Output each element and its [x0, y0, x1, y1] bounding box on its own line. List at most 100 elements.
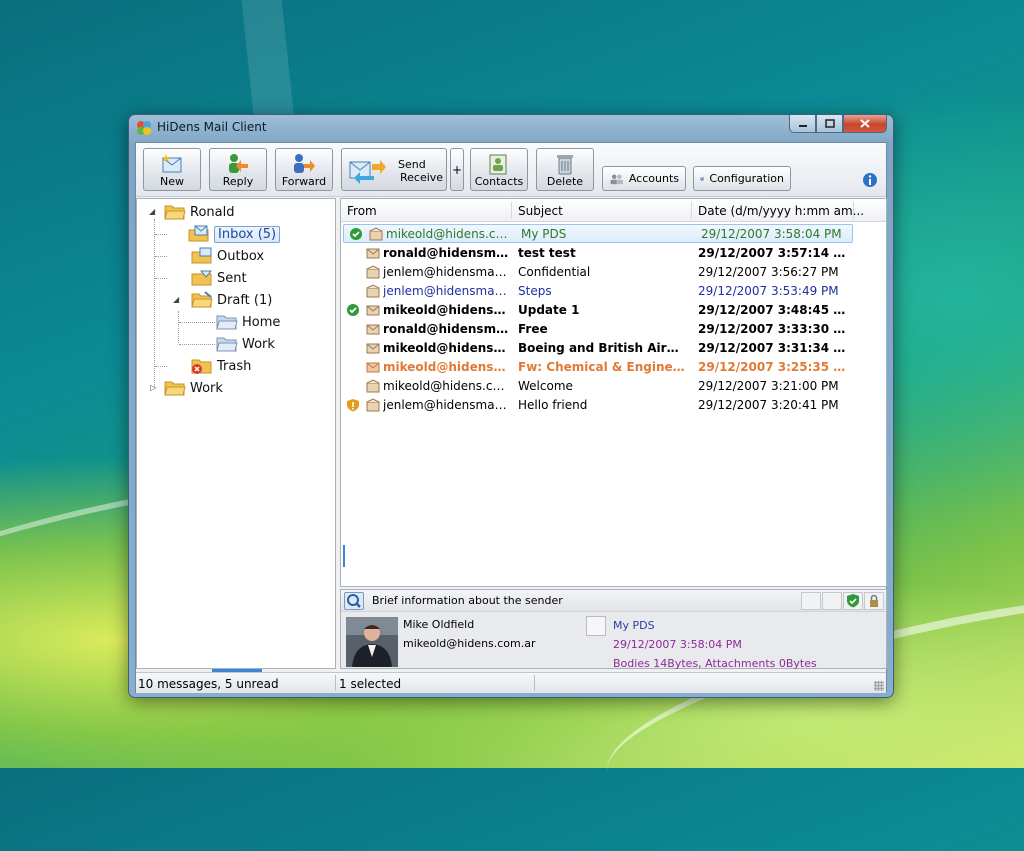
forward-button-label: Forward: [281, 175, 327, 188]
send-receive-options-button[interactable]: +: [450, 148, 464, 191]
folder-trash-label: Trash: [217, 358, 252, 374]
message-date: 29/12/2007 3:56:27 PM: [698, 265, 839, 279]
title-bar[interactable]: HiDens Mail Client: [129, 115, 893, 141]
message-subject: Welcome: [518, 379, 573, 393]
open-folder-icon: [164, 381, 186, 396]
minimize-icon: [798, 124, 807, 127]
maximize-button[interactable]: [816, 115, 843, 133]
folder-trash[interactable]: Trash: [191, 356, 251, 376]
resize-grip[interactable]: [874, 681, 884, 691]
folder-work-label: Work: [190, 380, 223, 396]
new-button[interactable]: New: [143, 148, 201, 191]
folder-work[interactable]: Work: [164, 378, 223, 398]
folder-draft-label: Draft (1): [217, 292, 273, 308]
message-row[interactable]: ronald@hidensmail.c... Free 29/12/2007 3…: [341, 320, 851, 339]
message-subject: Free: [518, 322, 548, 336]
message-subject: test test: [518, 246, 576, 260]
reply-icon: [229, 154, 248, 173]
message-from: mikeold@hidens.co...: [383, 360, 509, 374]
folder-ronald-label: Ronald: [190, 204, 235, 220]
open-envelope-icon: [366, 398, 380, 412]
folder-outbox[interactable]: Outbox: [191, 246, 264, 266]
message-subject: My PDS: [521, 227, 567, 241]
message-row[interactable]: ronald@hidensmail.c... test test 29/12/2…: [341, 244, 851, 263]
window-title: HiDens Mail Client: [157, 120, 267, 134]
message-row[interactable]: mikeold@hidens.com... Welcome 29/12/2007…: [341, 377, 851, 396]
send-label: Send: [398, 158, 426, 171]
collapse-draft-icon[interactable]: ◢: [173, 295, 179, 304]
folder-icon: [216, 315, 238, 330]
status-bar: 10 messages, 5 unread 1 selected: [136, 672, 886, 693]
trash-folder-icon: [191, 359, 212, 374]
verified-shield-icon: [350, 228, 362, 240]
attachment-box[interactable]: [586, 616, 606, 636]
sender-name: Mike Oldfield: [403, 618, 475, 631]
message-from: jenlem@hidensmail.c...: [383, 284, 509, 298]
delete-button[interactable]: Delete: [536, 148, 594, 191]
message-subject: Update 1: [518, 303, 580, 317]
folder-draft-work[interactable]: Work: [216, 334, 275, 354]
forward-button[interactable]: Forward: [275, 148, 333, 191]
delete-button-label: Delete: [546, 175, 584, 188]
message-row[interactable]: mikeold@hidens.co... Update 1 29/12/2007…: [341, 301, 851, 320]
message-row[interactable]: mikeold@hidens.co... Boeing and British …: [341, 339, 851, 358]
column-header: From Subject Date (d/m/yyyy h:mm am...: [341, 199, 886, 222]
padlock-icon: [870, 594, 878, 607]
folder-draft[interactable]: Draft (1): [191, 290, 272, 310]
forward-icon: [294, 154, 315, 173]
folder-draft-work-label: Work: [242, 336, 275, 352]
sender-info-title: Brief information about the sender: [372, 594, 563, 607]
contacts-button[interactable]: Contacts: [470, 148, 528, 191]
folder-draft-home[interactable]: Home: [216, 312, 280, 332]
sender-lookup-button[interactable]: [344, 592, 364, 610]
configuration-button[interactable]: Configuration: [693, 166, 791, 191]
from-column-header[interactable]: From: [347, 204, 377, 218]
subject-column-header[interactable]: Subject: [518, 204, 563, 218]
message-from: mikeold@hidens.co...: [383, 341, 509, 355]
open-folder-icon: [164, 205, 186, 220]
send-receive-button[interactable]: Send Receive: [341, 148, 447, 191]
minimize-button[interactable]: [789, 115, 816, 133]
new-button-label: New: [160, 175, 184, 188]
folder-inbox[interactable]: Inbox (5): [188, 224, 281, 244]
message-subject: Steps: [518, 284, 552, 298]
expand-work-icon[interactable]: ▷: [150, 383, 156, 392]
encryption-status-button[interactable]: [864, 592, 884, 610]
message-date-summary: 29/12/2007 3:58:04 PM: [613, 638, 742, 651]
message-row[interactable]: jenlem@hidensmail.c... Confidential 29/1…: [341, 263, 851, 282]
close-button[interactable]: [843, 115, 887, 133]
message-row[interactable]: mikeold@hidens.com... My PDS 29/12/2007 …: [343, 224, 853, 243]
receive-label: Receive: [400, 171, 444, 184]
message-from: ronald@hidensmail.c...: [383, 246, 509, 260]
message-from: mikeold@hidens.co...: [383, 303, 509, 317]
folder-sent[interactable]: Sent: [191, 268, 247, 288]
message-date: 29/12/2007 3:33:30 PM: [698, 322, 848, 336]
message-row[interactable]: jenlem@hidensmail.c... Steps 29/12/2007 …: [341, 282, 851, 301]
sender-email: mikeold@hidens.com.ar: [403, 637, 536, 650]
message-subject: Boeing and British Airways F...: [518, 341, 688, 355]
date-column-header[interactable]: Date (d/m/yyyy h:mm am...: [698, 204, 864, 218]
new-mail-icon: [162, 154, 182, 173]
info-slot-button[interactable]: [801, 592, 821, 610]
sender-info-panel: Brief information about the sender Mike …: [340, 589, 887, 670]
gear-icon: [700, 176, 705, 181]
collapse-ronald-icon[interactable]: ◢: [149, 207, 155, 216]
list-scroll-indicator[interactable]: [343, 545, 345, 567]
accounts-button[interactable]: Accounts: [602, 166, 686, 191]
folder-ronald[interactable]: Ronald: [164, 202, 234, 222]
message-count-status: 10 messages, 5 unread: [138, 677, 279, 691]
message-from: ronald@hidensmail.c...: [383, 322, 509, 336]
message-size-summary: Bodies 14Bytes, Attachments 0Bytes: [613, 657, 817, 670]
message-row[interactable]: jenlem@hidensmail.c... Hello friend 29/1…: [341, 396, 851, 415]
folder-tree: ◢ Ronald Inbox (5) Outbox Sent ◢ Draft (…: [136, 198, 336, 672]
folder-sent-label: Sent: [217, 270, 247, 286]
reply-button[interactable]: Reply: [209, 148, 267, 191]
open-envelope-icon: [366, 379, 380, 393]
toolbar: New Reply Forward Send Receive + Contact…: [136, 143, 886, 197]
message-row[interactable]: mikeold@hidens.co... Fw: Chemical & Engi…: [341, 358, 851, 377]
message-date: 29/12/2007 3:58:04 PM: [701, 227, 842, 241]
security-status-button[interactable]: [843, 592, 863, 610]
accounts-icon: [610, 174, 624, 184]
info-slot-button[interactable]: [822, 592, 842, 610]
info-icon[interactable]: [862, 172, 878, 188]
